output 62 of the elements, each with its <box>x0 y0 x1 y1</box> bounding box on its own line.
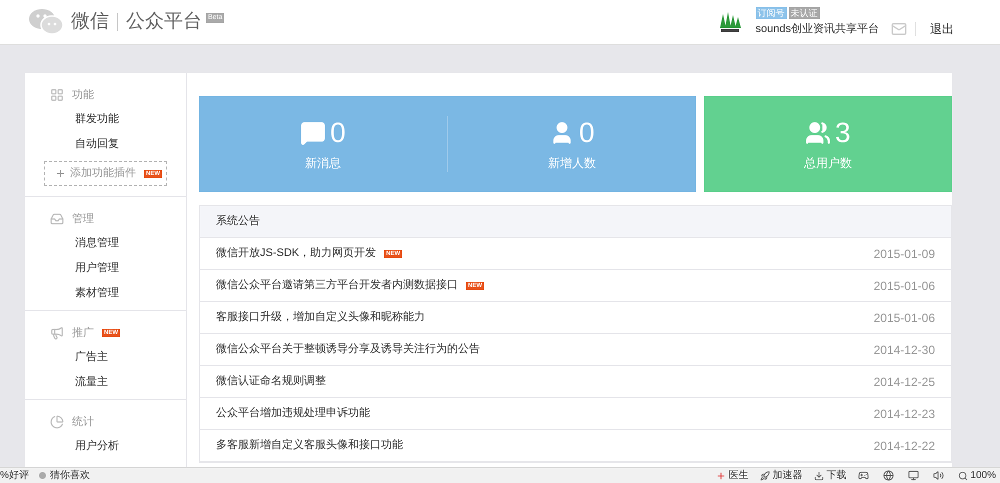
sidebar-item[interactable]: 素材管理 <box>75 285 119 302</box>
notice-link[interactable]: 微信公众平台邀请第三方平台开发者内测数据接口 <box>216 277 458 294</box>
unverified-badge: 未认证 <box>788 6 820 19</box>
notice-date: 2014-12-25 <box>874 374 935 390</box>
notice-date: 2015-01-09 <box>874 246 935 262</box>
stat-value: 0 <box>330 116 346 150</box>
rocket-icon <box>760 470 770 480</box>
stat-label: 新增人数 <box>548 155 596 172</box>
stat-value: 0 <box>578 116 595 150</box>
notice-date: 2014-12-23 <box>874 406 935 422</box>
notice-date: 2015-01-06 <box>874 278 935 294</box>
status-text: %好评 <box>0 469 29 483</box>
account-name: sounds创业资讯共享平台 <box>756 22 879 37</box>
monitor-icon[interactable] <box>908 470 920 481</box>
status-button[interactable]: 医生 <box>716 468 748 483</box>
megaphone-icon <box>50 326 64 340</box>
gamepad-icon[interactable] <box>858 470 870 481</box>
notice-date: 2014-12-30 <box>874 342 935 358</box>
product-name: 公众平台 <box>126 10 202 34</box>
stat-label: 总用户数 <box>804 155 852 172</box>
sidebar-item[interactable]: 广告主 <box>75 349 108 366</box>
sidebar-item[interactable]: 群发功能 <box>75 111 119 128</box>
stat-value: 3 <box>835 116 851 150</box>
people-icon <box>805 120 832 146</box>
notice-link[interactable]: 客服接口升级，增加自定义头像和昵称能力 <box>216 309 425 326</box>
add-plugin-label: 添加功能插件 <box>70 166 136 182</box>
notice-link[interactable]: 微信公众平台关于整顿诱导分享及诱导关注行为的公告 <box>216 341 480 358</box>
status-text[interactable]: 猜你喜欢 <box>50 468 90 483</box>
notice-link[interactable]: 公众平台增加违规处理申诉功能 <box>216 405 370 422</box>
section-title: 功能 <box>72 88 94 103</box>
inbox-icon <box>50 212 64 226</box>
notice-link[interactable]: 微信认证命名规则调整 <box>216 373 326 390</box>
logo-text: 微信 <box>71 10 109 34</box>
sidebar-item[interactable]: 用户管理 <box>75 260 119 277</box>
notice-link[interactable]: 多客服新增自定义客服头像和接口功能 <box>216 437 403 454</box>
sidebar-item[interactable]: 流量主 <box>75 374 108 391</box>
status-button[interactable]: 下载 <box>814 468 846 483</box>
cross-icon <box>716 470 726 480</box>
section-title: 推广 <box>72 326 94 341</box>
logout-link[interactable]: 退出 <box>930 20 954 38</box>
section-title: 管理 <box>72 212 94 227</box>
panel-title: 系统公告 <box>216 214 260 230</box>
stat-label: 新消息 <box>304 155 341 172</box>
zoom-icon[interactable] <box>958 470 968 480</box>
speaker-icon[interactable] <box>933 470 944 481</box>
subscription-badge: 订阅号 <box>756 6 787 19</box>
notice-date: 2014-12-22 <box>874 438 935 454</box>
section-title: 统计 <box>72 414 94 430</box>
zoom-level[interactable]: 100% <box>970 468 996 483</box>
sidebar-item[interactable]: 消息管理 <box>75 235 119 252</box>
status-button[interactable]: 加速器 <box>760 468 802 483</box>
sidebar-item[interactable]: 自动回复 <box>75 136 119 153</box>
grid-icon <box>50 88 64 102</box>
chat-bubble-icon <box>300 120 326 146</box>
notice-date: 2015-01-06 <box>874 310 935 326</box>
plus-icon <box>55 168 66 179</box>
notice-link[interactable]: 微信开放JS-SDK，助力网页开发 <box>216 245 376 262</box>
chat-bubbles-logo-icon <box>29 8 63 36</box>
browser-icon[interactable] <box>883 470 894 481</box>
download-icon <box>814 470 824 480</box>
pie-chart-icon <box>50 415 64 429</box>
sidebar-item[interactable]: 用户分析 <box>75 438 119 455</box>
